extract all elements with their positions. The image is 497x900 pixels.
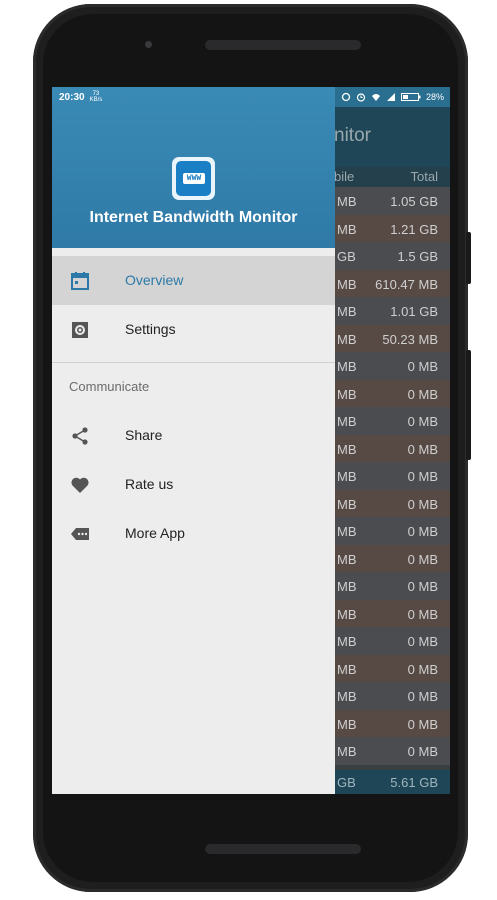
row-total-value: 1.05 GB	[390, 194, 438, 209]
total-mobile: GB	[337, 775, 356, 790]
row-total-value: 0 MB	[407, 441, 438, 457]
row-total-value: 0 MB	[407, 359, 438, 374]
row-mobile-value: MB	[337, 716, 357, 732]
row-total-value: 0 MB	[407, 469, 438, 484]
menu-item-rate-us[interactable]: Rate us	[52, 460, 335, 509]
drawer-status-speed: 73 KB/s	[90, 91, 103, 103]
row-total-value: 0 MB	[407, 661, 438, 677]
row-mobile-value: MB	[337, 304, 357, 319]
menu-item-more-app[interactable]: More App	[52, 509, 335, 558]
row-mobile-value: MB	[337, 551, 357, 567]
menu-item-settings[interactable]: Settings	[52, 305, 335, 354]
heart-icon	[71, 477, 89, 493]
alarm-icon	[356, 93, 366, 102]
menu-divider	[52, 362, 335, 363]
drawer-status-bar: 20:30 73 KB/s	[52, 87, 335, 107]
volume-button	[466, 232, 471, 284]
row-mobile-value: MB	[337, 496, 357, 512]
row-total-value: 1.01 GB	[390, 304, 438, 319]
row-total-value: 0 MB	[407, 551, 438, 567]
row-mobile-value: MB	[337, 744, 357, 759]
settings-icon	[72, 322, 88, 338]
top-speaker	[205, 40, 361, 50]
row-total-value: 50.23 MB	[382, 331, 438, 347]
menu-item-label: More App	[125, 525, 185, 541]
menu-item-label: Share	[125, 427, 163, 443]
calendar-icon	[71, 272, 89, 290]
menu-item-share[interactable]: Share	[52, 411, 335, 460]
row-mobile-value: MB	[337, 221, 357, 237]
row-mobile-value: MB	[337, 524, 357, 539]
app-logo-icon: WWW	[172, 157, 215, 200]
share-icon	[72, 427, 88, 445]
more-app-icon	[71, 528, 89, 540]
row-total-value: 610.47 MB	[375, 276, 438, 292]
navigation-drawer: 20:30 73 KB/s WWW Internet Bandwidth Mon…	[52, 87, 335, 794]
screen: 20:30 73 KB/s 28% nitor bile Total MB 1.0…	[52, 87, 450, 794]
menu-item-label: Settings	[125, 321, 176, 337]
row-total-value: 1.21 GB	[390, 221, 438, 237]
row-total-value: 0 MB	[407, 579, 438, 594]
row-mobile-value: MB	[337, 414, 357, 429]
row-mobile-value: MB	[337, 689, 357, 704]
row-mobile-value: MB	[337, 359, 357, 374]
app-logo-text: WWW	[183, 173, 205, 184]
sync-icon	[341, 92, 351, 102]
row-total-value: 0 MB	[407, 689, 438, 704]
battery-icon	[400, 93, 421, 101]
menu-item-label: Overview	[125, 272, 184, 288]
section-label-communicate: Communicate	[69, 379, 150, 394]
signal-icon	[386, 93, 395, 101]
bottom-speaker	[205, 844, 361, 854]
app-title: nitor	[334, 125, 371, 146]
front-camera	[145, 41, 152, 48]
row-mobile-value: MB	[337, 276, 357, 292]
row-total-value: 0 MB	[407, 744, 438, 759]
row-mobile-value: MB	[337, 606, 357, 622]
row-mobile-value: MB	[337, 579, 357, 594]
row-total-value: 0 MB	[407, 496, 438, 512]
drawer-network-speed-unit: KB/s	[89, 97, 103, 103]
row-total-value: 0 MB	[407, 634, 438, 649]
row-mobile-value: MB	[337, 469, 357, 484]
wifi-icon	[371, 94, 380, 101]
drawer-title: Internet Bandwidth Monitor	[89, 209, 298, 226]
row-mobile-value: MB	[337, 386, 357, 402]
row-total-value: 0 MB	[407, 414, 438, 429]
column-mobile: bile	[334, 169, 355, 184]
row-mobile-value: MB	[337, 331, 357, 347]
row-total-value: 0 MB	[407, 524, 438, 539]
drawer-header: 20:30 73 KB/s WWW Internet Bandwidth Mon…	[52, 87, 335, 248]
row-total-value: 1.5 GB	[397, 249, 438, 264]
row-total-value: 0 MB	[407, 716, 438, 732]
total-all: 5.61 GB	[390, 775, 438, 790]
row-mobile-value: MB	[337, 194, 357, 209]
row-mobile-value: GB	[337, 249, 356, 264]
app-logo-background: WWW	[176, 161, 211, 196]
battery-percent: 28%	[425, 92, 444, 102]
menu-item-overview[interactable]: Overview	[52, 256, 335, 305]
row-mobile-value: MB	[337, 634, 357, 649]
row-total-value: 0 MB	[407, 386, 438, 402]
row-mobile-value: MB	[337, 661, 357, 677]
power-button	[466, 350, 471, 460]
column-total: Total	[410, 169, 438, 184]
row-mobile-value: MB	[337, 441, 357, 457]
drawer-status-time: 20:30	[59, 91, 85, 103]
menu-item-label: Rate us	[125, 476, 174, 492]
row-total-value: 0 MB	[407, 606, 438, 622]
